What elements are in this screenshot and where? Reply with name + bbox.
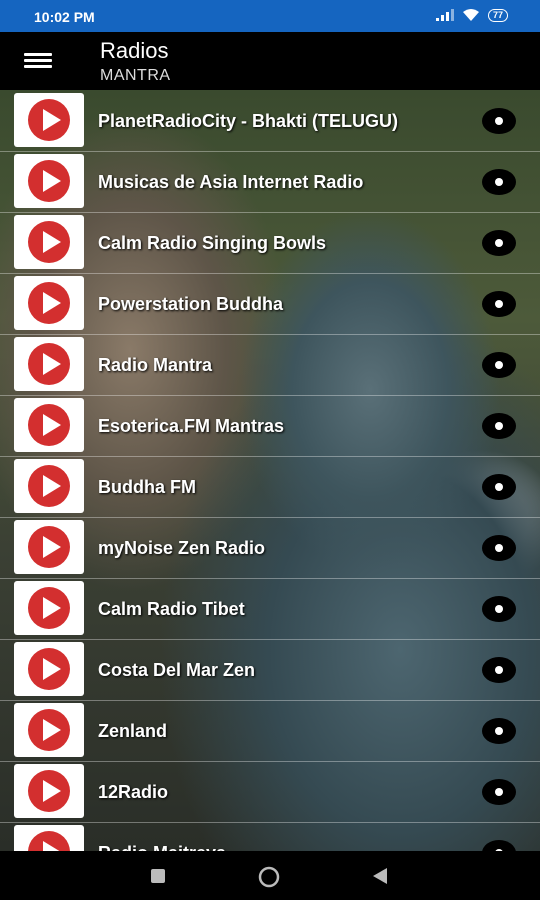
station-name: Musicas de Asia Internet Radio bbox=[98, 171, 364, 192]
station-row[interactable]: Musicas de Asia Internet Radio bbox=[0, 151, 540, 213]
station-name: Powerstation Buddha bbox=[98, 293, 284, 314]
options-dot-icon[interactable] bbox=[482, 230, 516, 256]
options-dot-icon[interactable] bbox=[482, 291, 516, 317]
page-title: Radios bbox=[100, 38, 169, 63]
station-row[interactable]: Zenland bbox=[0, 700, 540, 762]
signal-icon bbox=[435, 9, 454, 21]
status-bar: 10:02 PM 77 bbox=[0, 0, 540, 32]
options-dot-icon[interactable] bbox=[482, 535, 516, 561]
back-triangle-icon[interactable] bbox=[372, 867, 388, 885]
station-row[interactable]: 12Radio bbox=[0, 761, 540, 823]
navigation-bar bbox=[0, 851, 540, 900]
station-row[interactable]: Calm Radio Tibet bbox=[0, 578, 540, 640]
play-button-icon[interactable] bbox=[14, 581, 84, 635]
station-row[interactable]: Esoterica.FM Mantras bbox=[0, 395, 540, 457]
station-row[interactable]: Powerstation Buddha bbox=[0, 273, 540, 335]
app-bar: Radios MANTRA bbox=[0, 32, 540, 90]
play-button-icon[interactable] bbox=[14, 276, 84, 330]
recents-square-icon[interactable] bbox=[150, 868, 166, 884]
station-row[interactable]: PlanetRadioCity - Bhakti (TELUGU) bbox=[0, 90, 540, 152]
station-name: PlanetRadioCity - Bhakti (TELUGU) bbox=[98, 110, 399, 131]
options-dot-icon[interactable] bbox=[482, 596, 516, 622]
station-row[interactable]: Radio Maitreya bbox=[0, 822, 540, 851]
options-dot-icon[interactable] bbox=[482, 352, 516, 378]
status-icons: 77 bbox=[435, 8, 508, 22]
options-dot-icon[interactable] bbox=[482, 718, 516, 744]
hamburger-menu-icon[interactable] bbox=[24, 50, 52, 72]
play-button-icon[interactable] bbox=[14, 825, 84, 851]
options-dot-icon[interactable] bbox=[482, 169, 516, 195]
play-button-icon[interactable] bbox=[14, 764, 84, 818]
station-row[interactable]: Buddha FM bbox=[0, 456, 540, 518]
play-button-icon[interactable] bbox=[14, 154, 84, 208]
options-dot-icon[interactable] bbox=[482, 657, 516, 683]
options-dot-icon[interactable] bbox=[482, 474, 516, 500]
station-name: Esoterica.FM Mantras bbox=[98, 415, 285, 436]
status-time: 10:02 PM bbox=[34, 9, 95, 25]
options-dot-icon[interactable] bbox=[482, 779, 516, 805]
station-row[interactable]: Calm Radio Singing Bowls bbox=[0, 212, 540, 274]
home-circle-icon[interactable] bbox=[258, 866, 280, 888]
options-dot-icon[interactable] bbox=[482, 840, 516, 851]
station-name: Zenland bbox=[98, 720, 168, 741]
play-button-icon[interactable] bbox=[14, 642, 84, 696]
battery-icon: 77 bbox=[487, 8, 508, 22]
options-dot-icon[interactable] bbox=[482, 108, 516, 134]
station-name: Calm Radio Singing Bowls bbox=[98, 232, 327, 253]
play-button-icon[interactable] bbox=[14, 337, 84, 391]
wifi-icon bbox=[462, 9, 479, 21]
station-name: Costa Del Mar Zen bbox=[98, 659, 256, 680]
station-name: 12Radio bbox=[98, 781, 169, 802]
station-name: Radio Mantra bbox=[98, 354, 213, 375]
page-subtitle: MANTRA bbox=[100, 67, 171, 84]
play-button-icon[interactable] bbox=[14, 93, 84, 147]
station-name: Calm Radio Tibet bbox=[98, 598, 245, 619]
station-row[interactable]: myNoise Zen Radio bbox=[0, 517, 540, 579]
station-name: myNoise Zen Radio bbox=[98, 537, 266, 558]
play-button-icon[interactable] bbox=[14, 398, 84, 452]
play-button-icon[interactable] bbox=[14, 703, 84, 757]
station-row[interactable]: Radio Mantra bbox=[0, 334, 540, 396]
station-name: Buddha FM bbox=[98, 476, 196, 497]
station-name: Radio Maitreya bbox=[98, 822, 468, 852]
play-button-icon[interactable] bbox=[14, 215, 84, 269]
station-list[interactable]: PlanetRadioCity - Bhakti (TELUGU) Musica… bbox=[0, 90, 540, 851]
play-button-icon[interactable] bbox=[14, 520, 84, 574]
station-row[interactable]: Costa Del Mar Zen bbox=[0, 639, 540, 701]
options-dot-icon[interactable] bbox=[482, 413, 516, 439]
play-button-icon[interactable] bbox=[14, 459, 84, 513]
